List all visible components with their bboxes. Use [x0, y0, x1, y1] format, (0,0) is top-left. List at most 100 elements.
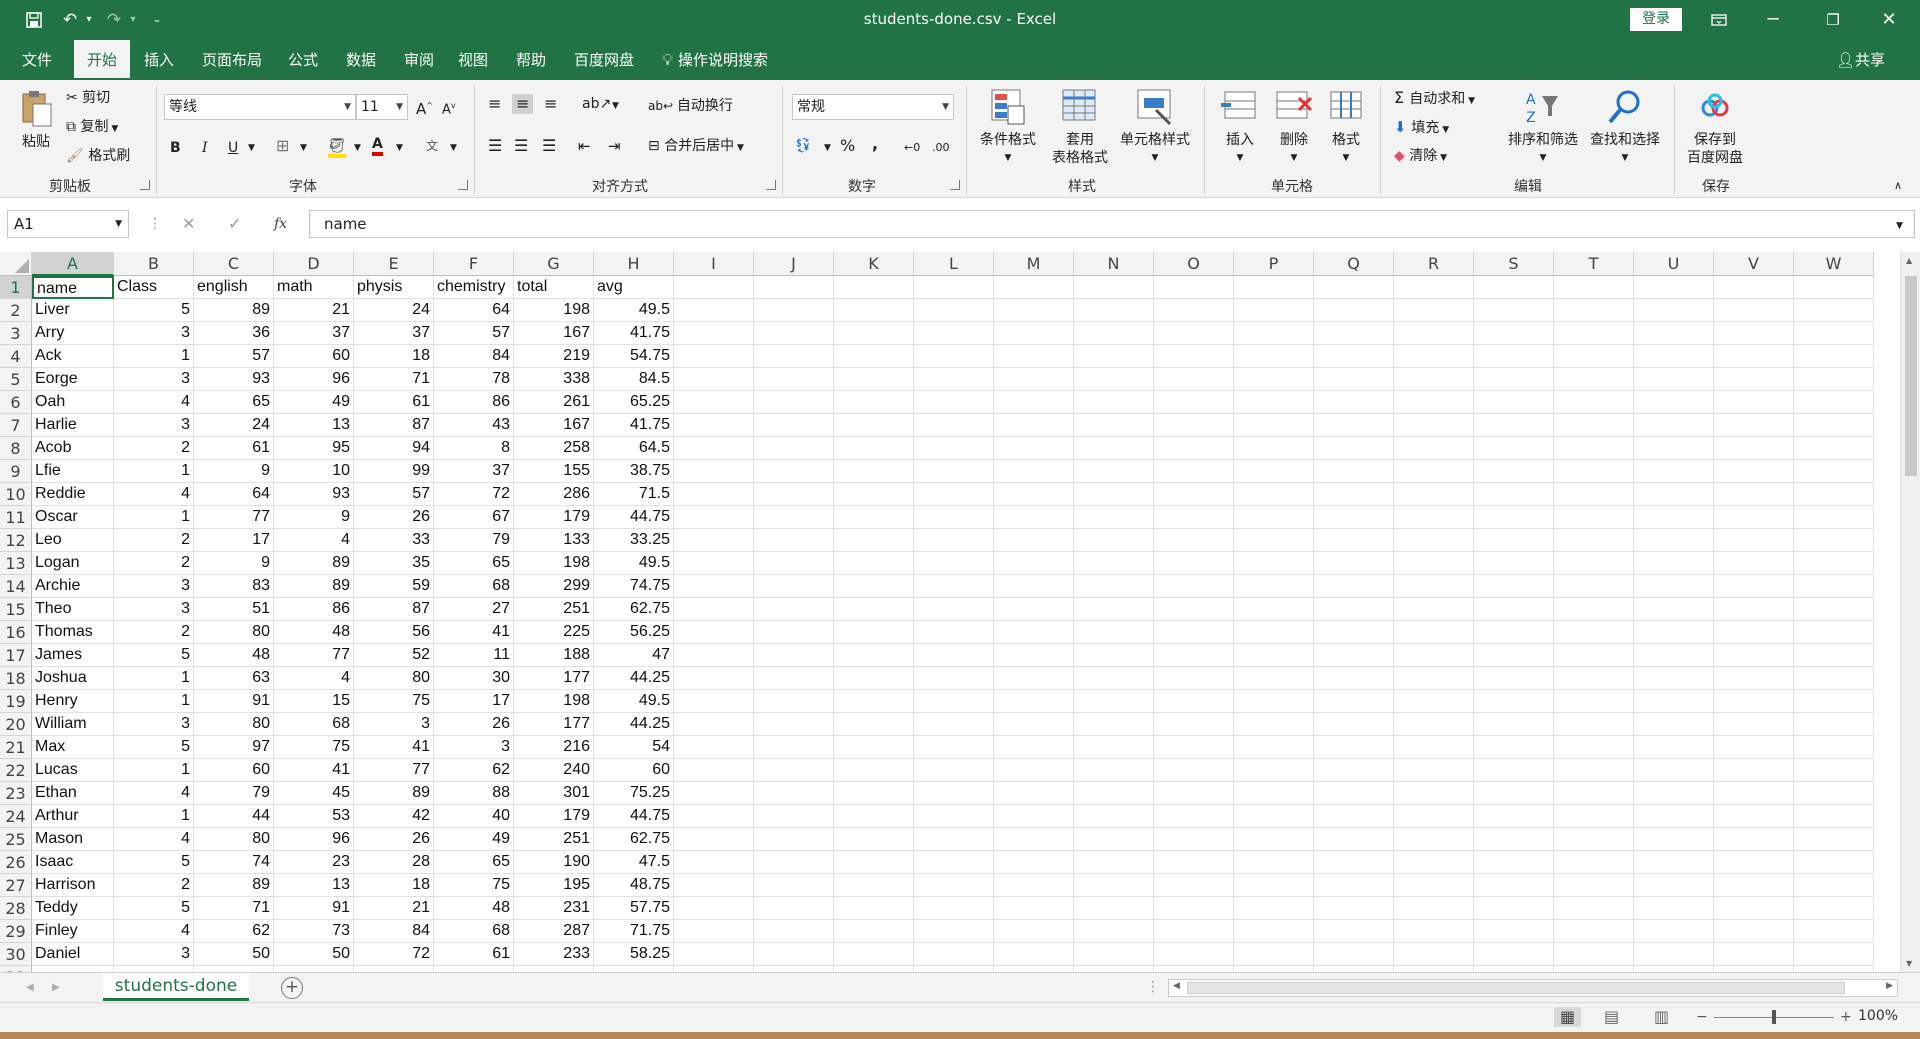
table-cell[interactable] [1554, 299, 1634, 322]
row-header[interactable]: 24 [0, 805, 32, 828]
row-header[interactable]: 25 [0, 828, 32, 851]
table-cell[interactable]: 301 [514, 782, 594, 805]
table-cell[interactable] [754, 644, 834, 667]
table-cell[interactable]: 4 [114, 483, 194, 506]
table-cell[interactable] [1314, 943, 1394, 966]
table-cell[interactable] [834, 736, 914, 759]
table-cell[interactable] [1154, 575, 1234, 598]
table-cell[interactable]: 9 [274, 506, 354, 529]
table-cell[interactable]: 133 [514, 529, 594, 552]
table-cell[interactable]: 41.75 [594, 414, 674, 437]
table-cell[interactable] [1314, 920, 1394, 943]
save-to-baidu-button[interactable]: 保存到 百度网盘 [1680, 88, 1750, 167]
table-cell[interactable] [994, 782, 1074, 805]
table-cell[interactable] [1074, 805, 1154, 828]
table-cell[interactable] [674, 368, 754, 391]
table-cell[interactable] [834, 943, 914, 966]
table-cell[interactable] [1714, 713, 1794, 736]
table-cell[interactable] [994, 414, 1074, 437]
table-cell[interactable] [834, 483, 914, 506]
table-cell[interactable] [994, 851, 1074, 874]
table-cell[interactable] [1154, 943, 1234, 966]
table-cell[interactable] [1554, 391, 1634, 414]
table-cell[interactable] [994, 368, 1074, 391]
header-cell[interactable]: english [194, 276, 274, 299]
active-cell[interactable]: name [32, 276, 114, 299]
table-cell[interactable] [1074, 644, 1154, 667]
table-cell[interactable] [1074, 874, 1154, 897]
column-header-m[interactable]: M [994, 252, 1074, 276]
table-cell[interactable] [1554, 368, 1634, 391]
table-cell[interactable] [994, 529, 1074, 552]
increase-decimal-icon[interactable]: ←0 [904, 138, 920, 158]
column-header-c[interactable]: C [194, 252, 274, 276]
table-cell[interactable] [914, 736, 994, 759]
table-cell[interactable]: 77 [274, 644, 354, 667]
table-cell[interactable]: 42 [354, 805, 434, 828]
align-right-icon[interactable]: ☰ [542, 136, 556, 156]
table-cell[interactable] [1714, 437, 1794, 460]
table-cell[interactable] [1554, 460, 1634, 483]
table-cell[interactable] [1714, 874, 1794, 897]
table-cell[interactable] [1554, 943, 1634, 966]
table-cell[interactable] [1474, 529, 1554, 552]
table-cell[interactable]: 84.5 [594, 368, 674, 391]
decrease-font-size-button[interactable]: Av [442, 96, 456, 120]
table-cell[interactable]: 251 [514, 598, 594, 621]
table-cell[interactable] [1634, 920, 1714, 943]
row-header[interactable]: 19 [0, 690, 32, 713]
horizontal-scrollbar[interactable]: ◀ ▶ [1168, 979, 1898, 997]
table-cell[interactable] [1634, 805, 1714, 828]
table-cell[interactable] [1794, 920, 1874, 943]
cell-styles-button[interactable]: 单元格样式 ▼ [1114, 88, 1196, 167]
table-cell[interactable] [1634, 644, 1714, 667]
table-cell[interactable]: 58.25 [594, 943, 674, 966]
format-cells-button[interactable]: 格式 ▼ [1320, 88, 1372, 167]
table-cell[interactable] [1794, 690, 1874, 713]
table-cell[interactable] [674, 460, 754, 483]
table-cell[interactable]: Logan [32, 552, 114, 575]
fill-color-dropdown-icon[interactable]: ▼ [354, 138, 361, 158]
table-cell[interactable]: 15 [274, 690, 354, 713]
table-cell[interactable] [994, 598, 1074, 621]
table-cell[interactable] [1154, 851, 1234, 874]
table-cell[interactable]: 37 [354, 322, 434, 345]
clipboard-launcher-icon[interactable] [140, 180, 150, 190]
table-cell[interactable] [1314, 759, 1394, 782]
table-cell[interactable] [1074, 391, 1154, 414]
table-cell[interactable]: 77 [354, 759, 434, 782]
number-launcher-icon[interactable] [950, 180, 960, 190]
expand-formula-bar-icon[interactable]: ▼ [1896, 216, 1903, 236]
table-cell[interactable]: 96 [274, 828, 354, 851]
table-cell[interactable] [754, 874, 834, 897]
table-cell[interactable]: 44.75 [594, 506, 674, 529]
table-cell[interactable] [1154, 759, 1234, 782]
table-cell[interactable] [1234, 644, 1314, 667]
table-cell[interactable]: 198 [514, 552, 594, 575]
table-cell[interactable] [1714, 690, 1794, 713]
table-cell[interactable]: 64 [434, 299, 514, 322]
table-cell[interactable] [1154, 322, 1234, 345]
table-cell[interactable] [754, 460, 834, 483]
table-cell[interactable]: 97 [194, 736, 274, 759]
table-cell[interactable] [1234, 805, 1314, 828]
table-cell[interactable] [1714, 920, 1794, 943]
font-name-select[interactable]: 等线 ▼ [164, 94, 356, 120]
table-cell[interactable]: 75.25 [594, 782, 674, 805]
column-header-o[interactable]: O [1154, 252, 1234, 276]
table-cell[interactable]: 54 [594, 736, 674, 759]
table-cell[interactable]: 47 [594, 644, 674, 667]
table-cell[interactable] [1314, 322, 1394, 345]
table-cell[interactable] [754, 345, 834, 368]
table-cell[interactable] [1154, 391, 1234, 414]
table-cell[interactable]: Acob [32, 437, 114, 460]
table-cell[interactable]: 167 [514, 322, 594, 345]
table-cell[interactable]: 59 [354, 575, 434, 598]
table-cell[interactable]: 47.5 [594, 851, 674, 874]
table-cell[interactable]: Arry [32, 322, 114, 345]
table-cell[interactable]: 11 [434, 644, 514, 667]
table-cell[interactable] [1634, 414, 1714, 437]
table-cell[interactable] [1794, 276, 1874, 299]
table-cell[interactable] [1234, 943, 1314, 966]
table-cell[interactable] [834, 322, 914, 345]
